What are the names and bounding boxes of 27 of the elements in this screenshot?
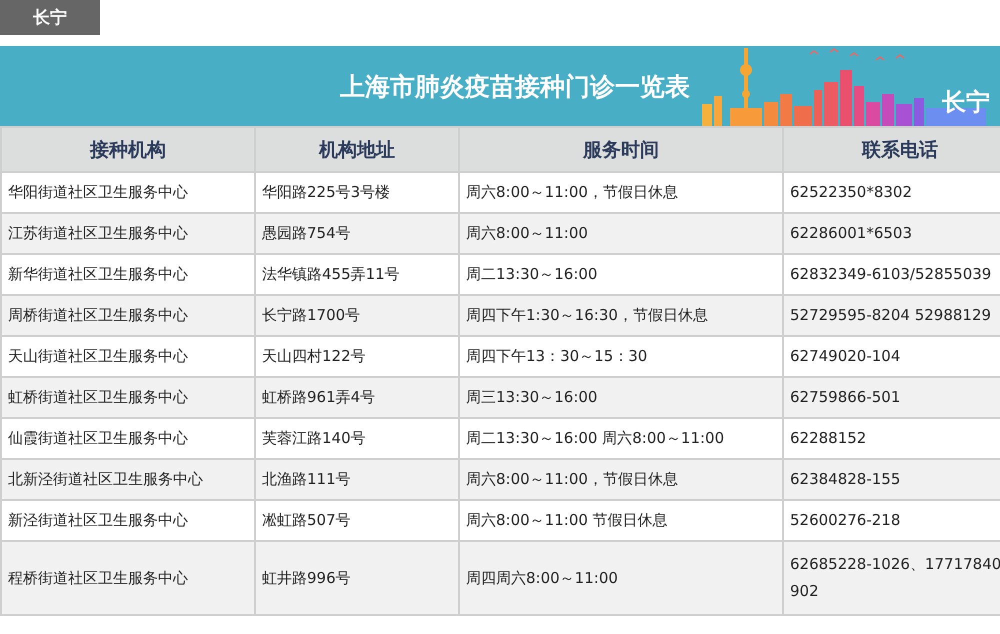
institution-cell: 周桥街道社区卫生服务中心 bbox=[1, 295, 255, 336]
institution-cell: 江苏街道社区卫生服务中心 bbox=[1, 213, 255, 254]
hours-cell: 周四周六8:00～11:00 bbox=[459, 541, 783, 615]
column-header: 机构地址 bbox=[255, 127, 459, 172]
address-cell: 长宁路1700号 bbox=[255, 295, 459, 336]
hours-cell: 周六8:00～11:00，节假日休息 bbox=[459, 459, 783, 500]
hours-cell: 周三13:30～16:00 bbox=[459, 377, 783, 418]
column-header: 服务时间 bbox=[459, 127, 783, 172]
hours-cell: 周四下午1:30～16:30，节假日休息 bbox=[459, 295, 783, 336]
institution-cell: 程桥街道社区卫生服务中心 bbox=[1, 541, 255, 615]
phone-cell: 52729595-8204 52988129 bbox=[783, 295, 1000, 336]
district-label: 长宁 bbox=[942, 87, 990, 118]
phone-cell: 62685228-1026、17717840902 bbox=[783, 541, 1000, 615]
phone-cell: 62759866-501 bbox=[783, 377, 1000, 418]
address-cell: 虹井路996号 bbox=[255, 541, 459, 615]
banner-title: 上海市肺炎疫苗接种门诊一览表 bbox=[340, 70, 690, 102]
address-cell: 愚园路754号 bbox=[255, 213, 459, 254]
district-tab[interactable]: 长宁 bbox=[0, 0, 100, 35]
institution-cell: 虹桥街道社区卫生服务中心 bbox=[1, 377, 255, 418]
column-header: 联系电话 bbox=[783, 127, 1000, 172]
column-header: 接种机构 bbox=[1, 127, 255, 172]
address-cell: 北渔路111号 bbox=[255, 459, 459, 500]
address-cell: 虹桥路961弄4号 bbox=[255, 377, 459, 418]
phone-cell: 62384828-155 bbox=[783, 459, 1000, 500]
hours-cell: 周六8:00～11:00 bbox=[459, 213, 783, 254]
phone-cell: 62286001*6503 bbox=[783, 213, 1000, 254]
institution-cell: 北新泾街道社区卫生服务中心 bbox=[1, 459, 255, 500]
